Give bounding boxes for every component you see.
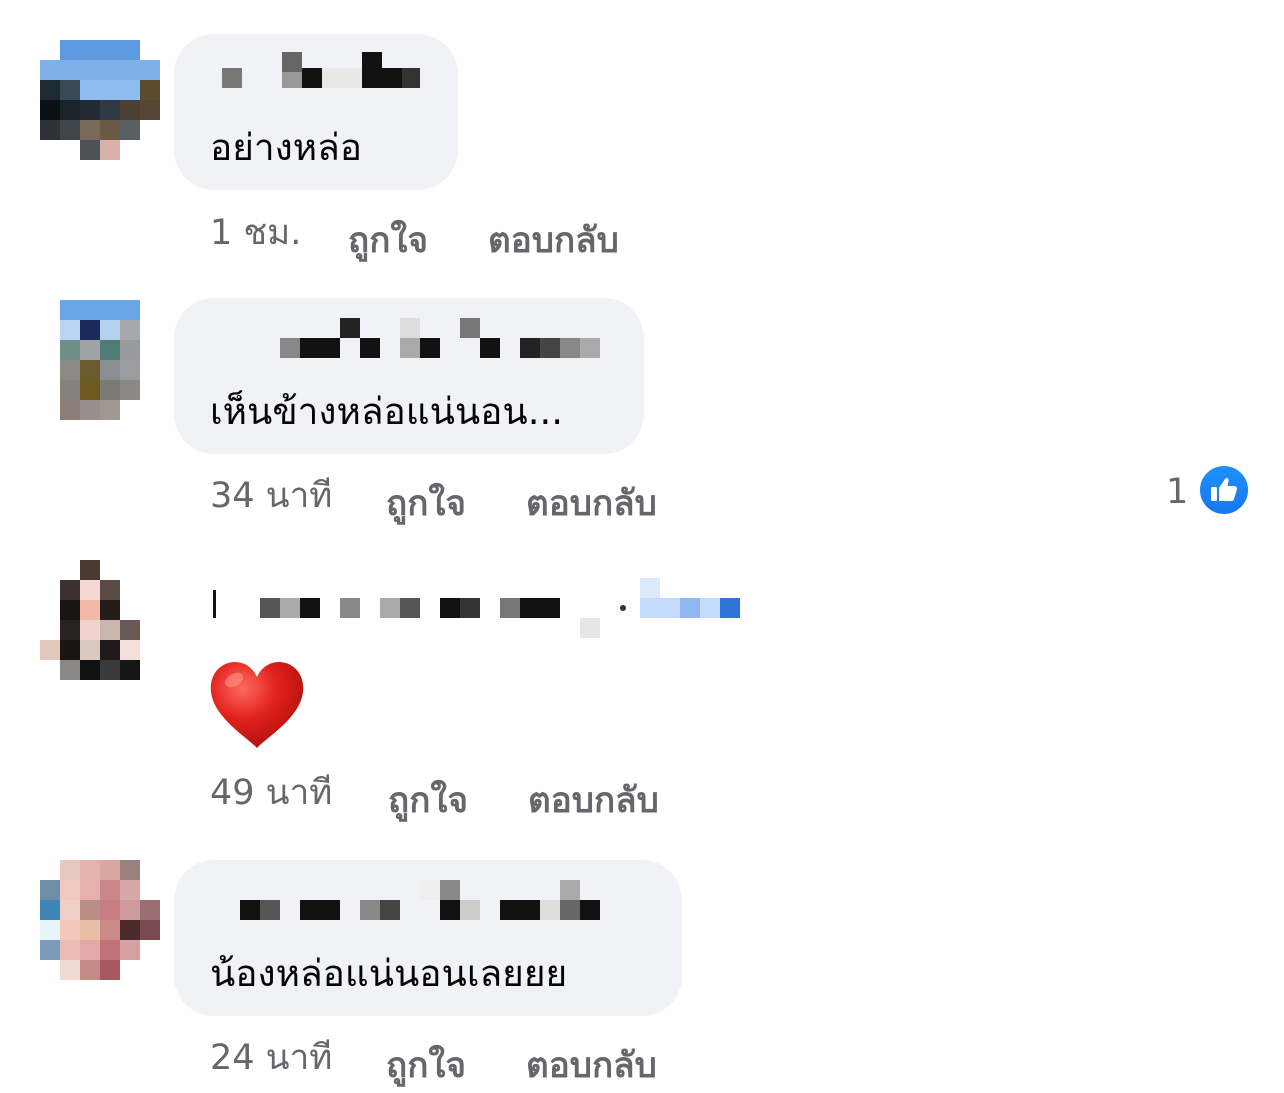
timestamp[interactable]: 24 นาที <box>210 1030 332 1085</box>
reply-button[interactable]: ตอบกลับ <box>526 1038 657 1093</box>
author-name[interactable] <box>214 880 722 924</box>
comment-bubble[interactable]: น้องหล่อแน่นอนเลยยย <box>174 860 682 1016</box>
like-button[interactable]: ถูกใจ <box>386 1038 466 1093</box>
comment-4: น้องหล่อแน่นอนเลยยย 24 นาที ถูกใจ ตอบกลั… <box>0 0 1284 1086</box>
avatar[interactable] <box>40 860 160 980</box>
comment-text: น้องหล่อแน่นอนเลยยย <box>210 952 568 995</box>
